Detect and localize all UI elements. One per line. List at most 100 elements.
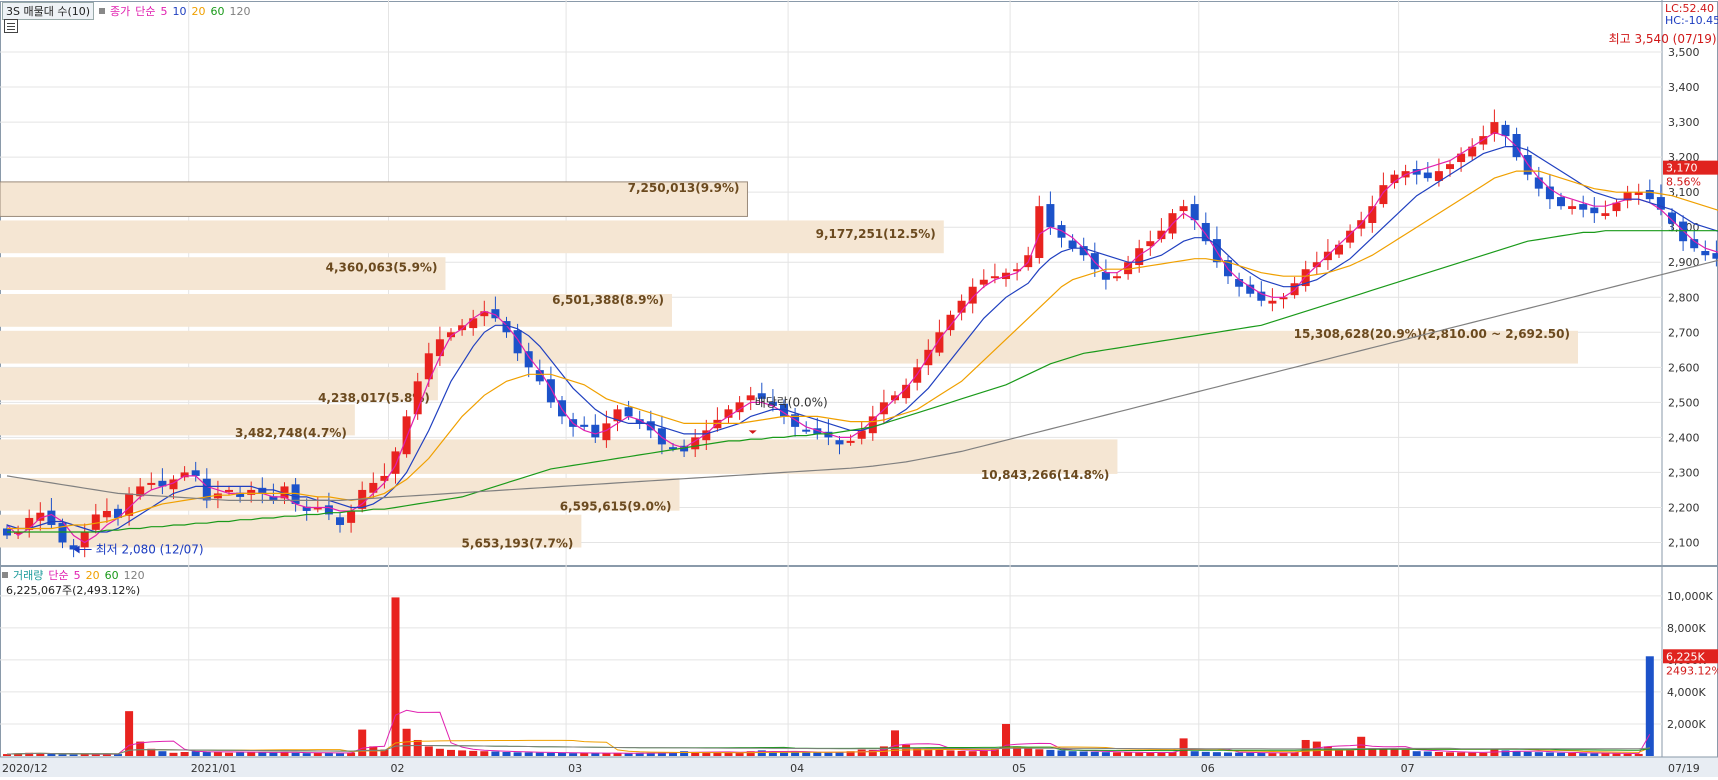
volume-bar — [1490, 749, 1499, 756]
candle-body — [1568, 206, 1577, 209]
last-price-badge: 3,170 — [1666, 162, 1698, 175]
candle-body — [1701, 251, 1710, 256]
volume-bar — [1268, 753, 1277, 756]
volume-tick-label: 10,000K — [1667, 590, 1713, 603]
volume-bars — [3, 597, 1654, 756]
candle-body — [746, 395, 755, 401]
volume-bar — [1201, 751, 1210, 756]
candle-body — [1534, 177, 1543, 189]
volume-bar — [813, 752, 822, 756]
volume-ma-5 — [6, 709, 1651, 755]
volume-bar — [1035, 749, 1044, 756]
volume-bar — [1623, 753, 1632, 756]
time-tick-label: 2021/01 — [191, 762, 237, 775]
legend-ma5: 5 — [160, 4, 168, 18]
candle-body — [225, 489, 233, 492]
volume-bar — [169, 752, 178, 756]
volume-bar — [424, 746, 433, 756]
series-selector[interactable]: 3S 매물대 수(10) — [2, 2, 95, 20]
volume-bar — [935, 749, 944, 756]
table-view-icon[interactable] — [4, 19, 18, 33]
volume-bar — [1090, 751, 1099, 756]
volume-bar — [1434, 751, 1443, 756]
candle-body — [868, 416, 877, 434]
candle-body — [80, 531, 89, 548]
candle-body — [1090, 253, 1099, 270]
volume-bar — [47, 753, 56, 756]
candle-body — [624, 407, 633, 417]
chart-window: 2,100 2,200 2,300 2,400 2,500 2,600 2,700 2,800… — [0, 0, 1718, 777]
volume-bar — [1479, 752, 1488, 756]
time-tick-label: 07 — [1401, 762, 1415, 775]
candle-body — [1601, 213, 1610, 216]
right-badges: LC:52.40HC:-10.453,1708.56%6,225K2493.12… — [1663, 2, 1718, 677]
volume-bar — [1534, 752, 1543, 756]
volume-bar — [1079, 751, 1088, 756]
volume-tick-label: 4,000K — [1667, 686, 1706, 699]
candle-body — [524, 351, 533, 368]
time-tick-label: 06 — [1201, 762, 1215, 775]
price-tick-label: 2,700 — [1668, 326, 1700, 339]
volume-bar — [891, 730, 899, 756]
candle-body — [1046, 204, 1055, 228]
volume-bar — [1235, 752, 1244, 756]
legend-ma120: 120 — [229, 4, 251, 18]
volume-bar — [1568, 752, 1577, 756]
volume-bar — [1401, 749, 1410, 756]
chart-canvas[interactable]: 2,100 2,200 2,300 2,400 2,500 2,600 2,700 2,800… — [0, 0, 1718, 777]
volume-legend-ma120: 120 — [123, 568, 145, 582]
volume-bar — [924, 749, 933, 756]
price-tick-label: 3,500 — [1668, 46, 1700, 59]
volume-legend: 거래량 단순 5 20 60 120 — [2, 567, 145, 583]
volume-bar — [524, 752, 533, 756]
volume-profile-label: 7,250,013(9.9%) — [628, 181, 740, 195]
volume-profile-band — [0, 220, 944, 254]
price-tick-label: 3,300 — [1668, 116, 1700, 129]
volume-bar — [558, 752, 566, 756]
price-tick-label: 2,300 — [1668, 466, 1700, 479]
volume-profile-label: 6,501,388(8.9%) — [552, 293, 664, 307]
volume-bar — [180, 751, 189, 756]
volume-bar — [1601, 753, 1610, 756]
candle-body — [147, 482, 156, 485]
volume-bar — [1212, 752, 1221, 756]
volume-bar — [1179, 738, 1188, 756]
volume-legend-ma5: 5 — [73, 568, 81, 582]
volume-tick-label: 8,000K — [1667, 622, 1706, 635]
time-axis-bar — [0, 757, 1718, 777]
legend-ma60: 60 — [210, 4, 225, 18]
price-tick-label: 2,600 — [1668, 361, 1700, 374]
volume-bar — [469, 750, 478, 756]
candle-body — [102, 510, 111, 518]
last-volume-badge: 6,225K — [1666, 650, 1705, 663]
volume-bar — [1057, 750, 1066, 756]
price-legend: 3S 매물대 수(10) 종가 단순 5 10 20 60 120 — [2, 2, 251, 20]
volume-bar — [1024, 747, 1033, 756]
volume-bar — [535, 752, 544, 756]
volume-profile-label: 10,843,266(14.8%) — [981, 468, 1110, 482]
volume-legend-label: 거래량 — [13, 569, 44, 582]
volume-bar — [1545, 752, 1554, 756]
candle-body — [1257, 291, 1266, 301]
volume-bar — [1523, 751, 1532, 756]
volume-bar — [358, 729, 367, 756]
volume-bar — [1590, 753, 1599, 756]
time-tick-label: 02 — [391, 762, 405, 775]
volume-bar — [480, 751, 489, 756]
volume-bar — [1101, 752, 1110, 756]
volume-bar — [502, 751, 511, 756]
candle-body — [1501, 124, 1510, 137]
volume-bar — [447, 749, 455, 756]
volume-bar — [1246, 752, 1255, 756]
volume-profile-label: 5,653,193(7.7%) — [462, 537, 574, 551]
legend-close-label: 종가 — [110, 5, 131, 18]
last-pct-badge: 8.56% — [1666, 176, 1701, 189]
volume-bar — [913, 747, 922, 756]
volume-bar — [1113, 752, 1121, 756]
candle-body — [580, 424, 589, 427]
candle-body — [1579, 204, 1588, 210]
candle-body — [1446, 164, 1454, 170]
volume-tick-label: 2,000K — [1667, 718, 1706, 731]
price-tick-label: 2,500 — [1668, 396, 1700, 409]
volume-bar — [1357, 736, 1366, 756]
